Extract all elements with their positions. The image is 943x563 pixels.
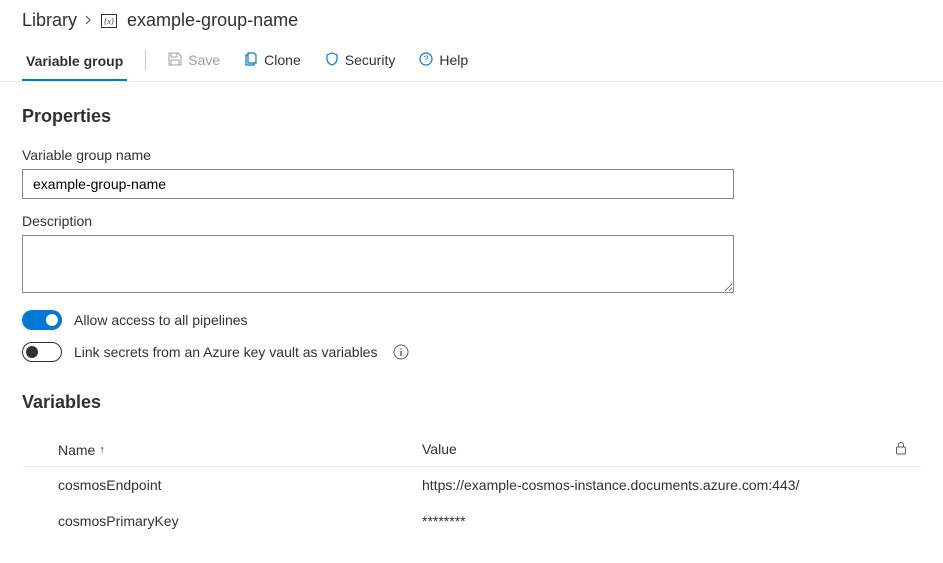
table-row[interactable]: cosmosEndpoint https://example-cosmos-in… xyxy=(22,467,921,503)
svg-text:{x}: {x} xyxy=(104,17,115,26)
toolbar-divider xyxy=(145,50,146,70)
key-vault-toggle[interactable] xyxy=(22,342,62,362)
shield-icon xyxy=(325,52,339,69)
clone-icon xyxy=(244,52,258,69)
name-label: Variable group name xyxy=(22,147,921,163)
help-icon: ? xyxy=(419,52,433,69)
save-button: Save xyxy=(156,48,232,79)
breadcrumb-root[interactable]: Library xyxy=(22,10,77,31)
properties-heading: Properties xyxy=(22,106,921,127)
info-icon[interactable] xyxy=(393,344,409,360)
column-header-name[interactable]: Name ↑ xyxy=(22,441,422,458)
help-button[interactable]: ? Help xyxy=(407,48,480,79)
variable-name: cosmosPrimaryKey xyxy=(22,513,422,529)
save-icon xyxy=(168,52,182,69)
chevron-right-icon xyxy=(85,14,93,28)
toolbar: Variable group Save Clone Security ? Hel… xyxy=(0,35,943,82)
description-input[interactable] xyxy=(22,235,734,293)
column-header-value[interactable]: Value xyxy=(422,441,881,458)
breadcrumb-current: example-group-name xyxy=(127,10,298,31)
security-button[interactable]: Security xyxy=(313,48,408,79)
column-header-lock xyxy=(881,441,921,458)
variable-value: ******** xyxy=(422,513,881,529)
name-input[interactable] xyxy=(22,169,734,199)
svg-text:?: ? xyxy=(424,54,429,64)
breadcrumb: Library {x} example-group-name xyxy=(0,0,943,35)
sort-ascending-icon: ↑ xyxy=(99,444,105,456)
access-pipelines-toggle[interactable] xyxy=(22,310,62,330)
table-row[interactable]: cosmosPrimaryKey ******** xyxy=(22,503,921,539)
description-label: Description xyxy=(22,213,921,229)
variable-group-icon: {x} xyxy=(101,14,117,28)
variable-name: cosmosEndpoint xyxy=(22,477,422,493)
access-pipelines-label: Allow access to all pipelines xyxy=(74,312,248,328)
key-vault-label: Link secrets from an Azure key vault as … xyxy=(74,344,377,360)
clone-button[interactable]: Clone xyxy=(232,48,313,79)
lock-icon xyxy=(895,442,907,458)
variables-heading: Variables xyxy=(22,392,921,413)
tab-variable-group[interactable]: Variable group xyxy=(22,45,127,81)
variable-value: https://example-cosmos-instance.document… xyxy=(422,477,881,493)
